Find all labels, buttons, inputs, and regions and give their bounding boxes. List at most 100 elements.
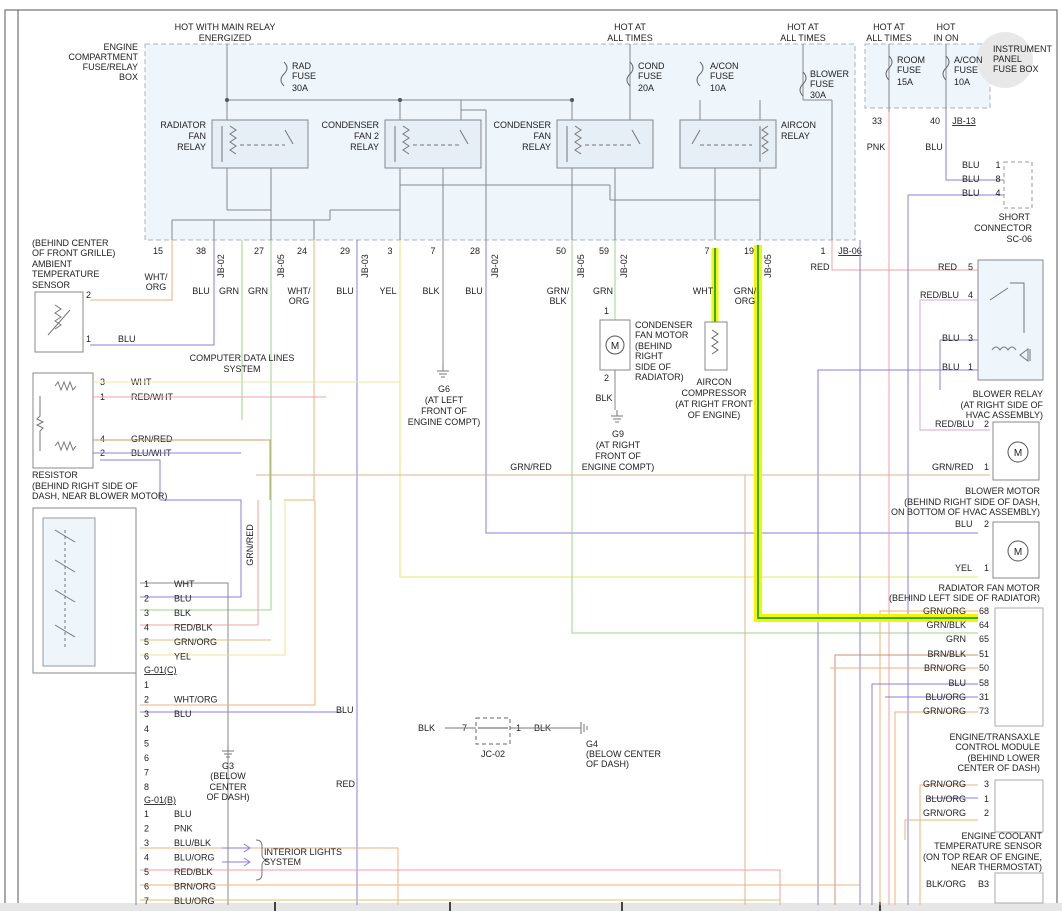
connector_b-pin: 2	[144, 824, 149, 834]
connector_c-wire: RED/BLK	[174, 623, 213, 633]
blower-relay-label-1: BLOWER RELAY	[973, 389, 1043, 399]
wire-grn-org-b: ORG	[735, 296, 756, 306]
ecm-pin-number: 50	[979, 663, 989, 673]
connector_b-wire: BLU	[174, 809, 192, 819]
pin-24: 24	[297, 246, 307, 256]
cond-motor-pin-1: 1	[604, 306, 609, 316]
ambient-label-3: AMBIENT	[32, 259, 73, 269]
res-pin-4: 4	[100, 434, 105, 444]
ect-wire-4: BLK/ORG	[926, 879, 966, 889]
resistor-label-2: (BEHIND RIGHT SIDE OF	[32, 481, 138, 491]
mid-blu-label: BLU	[336, 705, 354, 715]
ecm-pin-number: 51	[979, 649, 989, 659]
hot-label-1b: ALL TIMES	[607, 33, 653, 43]
ecm-label-4: CENTER OF DASH)	[957, 763, 1040, 773]
ecm-label-2: CONTROL MODULE	[955, 742, 1040, 752]
pin-7: 7	[430, 246, 435, 256]
connector_b-wire: BLU/ORG	[174, 896, 215, 906]
sc-pin-2: 8	[995, 174, 1000, 184]
connector_b-pin: 7	[144, 896, 149, 906]
jb-tag-1: JB-02	[216, 254, 226, 278]
ect-pin-3: 2	[984, 808, 989, 818]
sc-pin-1: 1	[995, 160, 1000, 170]
sc-label-3: SC-06	[1006, 234, 1032, 244]
interior-lights-label-1: INTERIOR LIGHTS	[264, 847, 342, 857]
computer-data-label-1: COMPUTER DATA LINES	[190, 353, 295, 363]
room-fuse-label-3: 15A	[897, 77, 913, 87]
jb-tag-6: JB-02	[619, 254, 629, 278]
sc-wire-3: BLU	[962, 188, 980, 198]
connector_b-wire: BLU/ORG	[174, 853, 215, 863]
blower-motor-label-3: ON BOTTOM OF HVAC ASSEMBLY)	[891, 507, 1040, 517]
connector_c-wire: BLK	[174, 608, 191, 618]
pin-19: 19	[744, 246, 754, 256]
cond-motor-m: M	[611, 341, 619, 352]
connector-c-id: G-01(C)	[144, 665, 177, 675]
ecm-wire-label: BRN/BLK	[927, 649, 966, 659]
g6-label-2: (AT LEFT	[425, 395, 464, 405]
br-pin-3: 3	[968, 333, 973, 343]
hot-in-on-label: HOT	[937, 22, 957, 32]
g9-label-2: (AT RIGHT	[596, 440, 641, 450]
compressor-label-3: (AT RIGHT FRONT	[675, 399, 753, 409]
jb-tag-4: JB-02	[490, 254, 500, 278]
connector_mid-pin: 5	[144, 738, 149, 748]
acon-fuse2-label-3: 10A	[954, 77, 970, 87]
ip-pin-40: 40	[930, 116, 940, 126]
sc-wire-2: BLU	[962, 174, 980, 184]
wire-blk: BLK	[422, 286, 439, 296]
res-wire-grnred: GRN/RED	[131, 434, 173, 444]
aircon-relay-label-1: AIRCON	[781, 120, 816, 130]
br-pin-4: 4	[968, 290, 973, 300]
ecm-wire-label: BLU	[948, 678, 966, 688]
ecm-pin-number: 31	[979, 692, 989, 702]
pin-15: 15	[153, 246, 163, 256]
pin-38: 38	[196, 246, 206, 256]
ambient-label-2: OF FRONT GRILLE)	[32, 248, 115, 258]
fuse-box-label-2: COMPARTMENT	[68, 52, 138, 62]
blower-motor-label-2: (BEHIND RIGHT SIDE OF DASH,	[904, 497, 1040, 507]
connector_mid-pin: 7	[144, 768, 149, 778]
connector_c-pin: 2	[144, 594, 149, 604]
ambient-wire-blu: BLU	[118, 334, 136, 344]
jb-tag-7: JB-05	[763, 254, 773, 278]
fuse-box-label-3: FUSE/RELAY	[83, 62, 138, 72]
acon-fuse-label-3: 10A	[710, 83, 726, 93]
ect-pin-1: 3	[984, 779, 989, 789]
wire-blu-ip: BLU	[925, 142, 943, 152]
wire-grn-blk: GRN/	[547, 286, 570, 296]
blower-fuse-label-2: FUSE	[810, 79, 834, 89]
ambient-pin-1: 1	[86, 334, 91, 344]
connector_c-pin: 4	[144, 623, 149, 633]
cond-relay-label-3: RELAY	[522, 142, 551, 152]
wiring-diagram: HOT WITH MAIN RELAY ENERGIZED HOT AT ALL…	[0, 9, 1062, 911]
ecm-label-3: (BEHIND LOWER	[967, 753, 1040, 763]
connector_mid-pin: 8	[144, 782, 149, 792]
wire-grn-1: GRN	[219, 286, 239, 296]
interior-lights-label-2: SYSTEM	[264, 857, 301, 867]
blower-relay	[977, 259, 1044, 381]
rad-fuse-label-1: RAD	[292, 61, 312, 71]
blower-fuse-label-1: BLOWER	[810, 69, 850, 79]
rad-relay-label-3: RELAY	[177, 142, 206, 152]
connector_b-pin: 4	[144, 853, 149, 863]
g9-label-1: G9	[612, 429, 624, 439]
ect-wire-2: BLU/ORG	[925, 794, 966, 804]
jb-tag-3: JB-03	[360, 254, 370, 278]
g3-label-4: OF DASH)	[206, 792, 249, 802]
connector_b-pin: 6	[144, 882, 149, 892]
br-wire-redblu: RED/BLU	[920, 290, 959, 300]
cond-motor-label-1: CONDENSER	[635, 320, 693, 330]
br-wire-blu: BLU	[942, 333, 960, 343]
ecm-wire-label: GRN/ORG	[923, 706, 966, 716]
rm-pin-1: 1	[984, 563, 989, 573]
aircon-relay-label-2: RELAY	[781, 131, 810, 141]
condenser-fan2-relay	[384, 119, 482, 169]
cond-relay-label-1: CONDENSER	[493, 120, 551, 130]
compressor-label-2: COMPRESSOR	[681, 388, 747, 398]
cond-fuse-label-3: 20A	[638, 83, 654, 93]
connector_b-wire: BLU/BLK	[174, 838, 211, 848]
ect-wire-3: GRN/ORG	[923, 808, 966, 818]
ecm-wire-label: BLU/ORG	[925, 692, 966, 702]
g3-label-1: G3	[222, 761, 234, 771]
